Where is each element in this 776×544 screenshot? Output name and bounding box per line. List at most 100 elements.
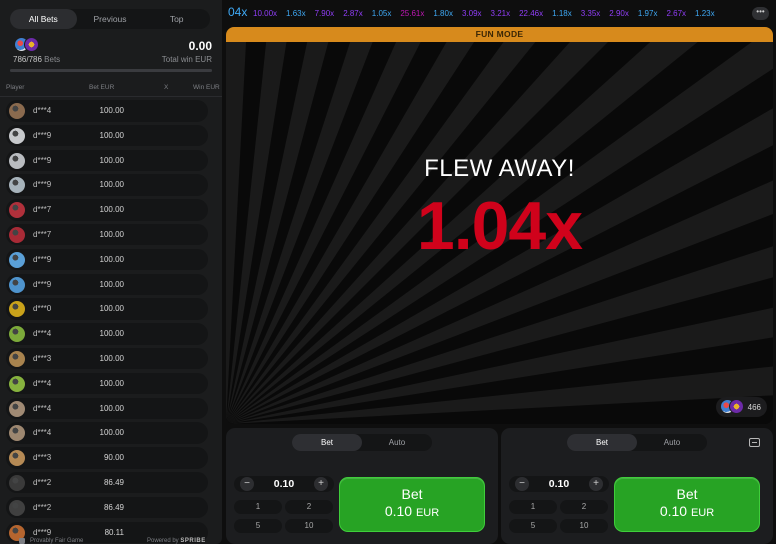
bets-count-label: Bets (44, 55, 61, 64)
avatar (9, 375, 25, 392)
bets-list: d***4 100.00 d***9 100.00 d***9 100.00 d***9 10… (6, 100, 208, 544)
avatar (9, 350, 25, 367)
bet-button[interactable]: Bet 0.10 EUR (614, 477, 760, 532)
bet-amount: 100.00 (99, 378, 124, 388)
bets-count-value: 786/786 (13, 55, 42, 64)
tab-bet[interactable]: Bet (292, 434, 362, 451)
flew-away-text: FLEW AWAY! (424, 155, 575, 182)
plus-button[interactable]: + (589, 477, 603, 491)
player-name: d***9 (33, 279, 52, 289)
history-item[interactable]: 1.63x (286, 9, 306, 18)
avatars-stack (719, 399, 744, 415)
bet-row: d***2 86.49 (6, 471, 208, 494)
bet-amount: 100.00 (99, 130, 124, 140)
tab-bet[interactable]: Bet (567, 434, 637, 451)
player-name: d***4 (33, 378, 52, 388)
bet-row: d***9 100.00 (6, 273, 208, 296)
quick-amount-button[interactable]: 5 (234, 519, 282, 533)
quick-amount-button[interactable]: 1 (234, 500, 282, 514)
col-x: X (164, 84, 169, 91)
history-item[interactable]: 3.35x (581, 9, 601, 18)
bets-progress-bar (10, 69, 212, 72)
bet-amount: 100.00 (99, 329, 124, 339)
avatar (9, 276, 25, 293)
player-name: d***4 (33, 403, 52, 413)
bets-summary: 786/786 Bets 0.00 Total win EUR (10, 36, 212, 70)
history-item[interactable]: 1.05x (372, 9, 392, 18)
player-name: d***2 (33, 477, 52, 487)
history-item[interactable]: 1.23x (695, 9, 715, 18)
more-dots-icon[interactable]: ••• (752, 7, 769, 20)
bet-amount-text: 0.10 (384, 503, 413, 519)
history-item: 04x (228, 5, 248, 19)
history-item[interactable]: 2.87x (343, 9, 363, 18)
bet-panel-1: Bet Auto 0.10 − + 1 2 5 10 Bet 0.10 EUR (226, 428, 498, 544)
bets-table-header: Player Bet EUR X Win EUR (0, 84, 222, 96)
bet-row: d***9 100.00 (6, 248, 208, 271)
avatar (24, 37, 39, 52)
bet-row: d***4 100.00 (6, 323, 208, 345)
quick-amount-button[interactable]: 10 (560, 519, 608, 533)
bet-button-amount: 0.10 EUR (340, 503, 484, 519)
plus-button[interactable]: + (314, 477, 328, 491)
history-item[interactable]: 2.67x (666, 9, 686, 18)
col-player: Player (6, 84, 25, 91)
provably-fair-link[interactable]: Provably Fair Game (30, 538, 83, 544)
avatars-stack (14, 37, 44, 53)
game-window: All Bets Previous Top 786/786 Bets 0.00 … (0, 0, 776, 544)
left-footer: Provably Fair Game Powered by SPRIBE (0, 533, 222, 544)
bet-amount: 100.00 (99, 229, 124, 239)
bets-count: 786/786 Bets (13, 55, 60, 64)
quick-amount-button[interactable]: 2 (560, 500, 608, 514)
minus-button[interactable]: − (515, 477, 529, 491)
player-name: d***4 (33, 428, 52, 438)
tab-auto[interactable]: Auto (637, 434, 707, 451)
history-item[interactable]: 10.00x (253, 9, 277, 18)
avatar (9, 301, 25, 318)
avatar (9, 474, 25, 491)
bet-amount: 100.00 (99, 106, 124, 115)
history-item[interactable]: 3.21x (491, 9, 511, 18)
tab-top[interactable]: Top (143, 9, 210, 29)
bet-row: d***7 100.00 (6, 223, 208, 246)
total-win-value: 0.00 (188, 39, 212, 53)
powered-by-label: Powered by (147, 538, 179, 544)
quick-amount-button[interactable]: 10 (285, 519, 333, 533)
bet-row: d***3 90.00 (6, 447, 208, 469)
bet-row: d***4 100.00 (6, 422, 208, 444)
remove-panel-icon[interactable] (749, 438, 760, 447)
bet-row: d***4 100.00 (6, 397, 208, 420)
bet-button-amount: 0.10 EUR (615, 503, 759, 519)
bets-tabs: All Bets Previous Top (10, 9, 210, 29)
avatar (9, 450, 25, 467)
player-name: d***3 (33, 453, 52, 463)
history-item[interactable]: 1.80x (433, 9, 453, 18)
bet-row: d***0 100.00 (6, 298, 208, 320)
quick-amount-button[interactable]: 2 (285, 500, 333, 514)
divider (0, 96, 222, 97)
avatar (9, 499, 25, 516)
bet-amount: 100.00 (99, 304, 124, 314)
bet-amount: 100.00 (99, 428, 124, 438)
bet-amount-text: 0.10 (659, 503, 688, 519)
history-item[interactable]: 25.61x (400, 9, 424, 18)
history-list: 10.00x 1.63x 7.90x 2.87x 1.05x 25.61x 1.80x 3.0… (253, 9, 724, 18)
bet-button[interactable]: Bet 0.10 EUR (339, 477, 485, 532)
minus-button[interactable]: − (240, 477, 254, 491)
avatar (9, 400, 25, 417)
player-name: d***9 (33, 155, 52, 165)
history-item[interactable]: 22.46x (519, 9, 543, 18)
history-item[interactable]: 2.90x (609, 9, 629, 18)
tab-previous[interactable]: Previous (77, 9, 144, 29)
avatar (728, 399, 744, 414)
quick-amount-button[interactable]: 5 (509, 519, 557, 533)
history-item[interactable]: 1.97x (638, 9, 658, 18)
online-players[interactable]: 466 (715, 397, 767, 417)
history-item[interactable]: 7.90x (315, 9, 335, 18)
history-item[interactable]: 1.18x (552, 9, 572, 18)
history-item[interactable]: 3.09x (462, 9, 482, 18)
quick-amount-button[interactable]: 1 (509, 500, 557, 514)
tab-all-bets[interactable]: All Bets (10, 9, 77, 29)
tab-auto[interactable]: Auto (362, 434, 432, 451)
player-name: d***2 (33, 502, 52, 512)
